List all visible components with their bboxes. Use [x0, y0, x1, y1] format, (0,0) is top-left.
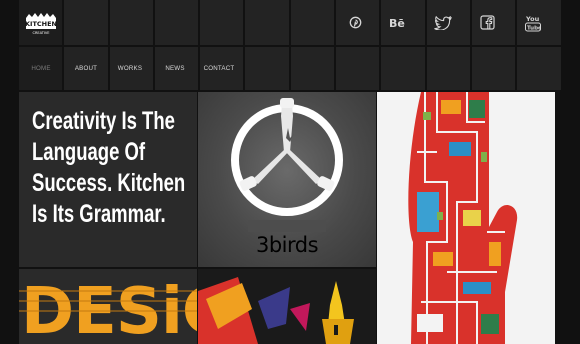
design-typography-art: DESiG — [19, 269, 197, 344]
right-gutter — [556, 92, 580, 344]
logo-subtext: CREATIVE — [33, 31, 50, 35]
twitter-icon[interactable] — [421, 0, 465, 45]
hero-tagline: Creativity Is The Language Of Success. K… — [32, 106, 210, 230]
tile — [245, 47, 289, 90]
tile — [381, 47, 425, 90]
facebook-icon[interactable] — [465, 0, 509, 45]
hero-line: Is Its Grammar. — [32, 200, 166, 228]
hero-line: Language Of — [32, 138, 146, 166]
nav-news[interactable]: NEWS — [153, 47, 197, 90]
work-tile-3birds[interactable]: 3birds — [198, 92, 376, 267]
3birds-label: 3birds — [255, 233, 319, 257]
svg-text:Tube: Tube — [527, 25, 541, 31]
youtube-icon[interactable]: You Tube — [511, 0, 555, 45]
nav-home[interactable]: HOME — [19, 47, 63, 90]
nav-works[interactable]: WORKS — [108, 47, 152, 90]
hero-line: Creativity Is The — [32, 107, 175, 135]
tile — [336, 47, 380, 90]
behance-icon[interactable]: Bē — [377, 0, 421, 45]
work-tile-geometric[interactable] — [198, 269, 376, 344]
tile — [245, 0, 289, 45]
pinterest-icon[interactable] — [333, 0, 377, 45]
work-tile-map-hand[interactable] — [377, 92, 555, 344]
tile — [200, 0, 244, 45]
tile — [290, 0, 335, 45]
nav-about[interactable]: ABOUT — [64, 47, 108, 90]
nav-contact[interactable]: CONTACT — [197, 47, 241, 90]
tile — [517, 47, 561, 90]
geometric-illustration — [198, 269, 376, 344]
tile — [290, 47, 335, 90]
svg-text:Bē: Bē — [389, 17, 405, 29]
kitchen-logo[interactable]: KITCHEN CREATIVE — [24, 12, 58, 36]
tile — [426, 47, 470, 90]
tile — [109, 0, 153, 45]
map-hand-illustration — [377, 92, 555, 344]
hero-panel: Creativity Is The Language Of Success. K… — [19, 92, 197, 267]
logo-text: KITCHEN — [25, 20, 57, 28]
tile — [154, 0, 199, 45]
hero-line: Success. Kitchen — [32, 169, 186, 197]
work-tile-design[interactable]: DESiG — [19, 269, 197, 344]
tile — [471, 47, 516, 90]
design-word: DESiG — [21, 275, 197, 344]
svg-text:You: You — [525, 15, 540, 23]
tile — [64, 0, 108, 45]
